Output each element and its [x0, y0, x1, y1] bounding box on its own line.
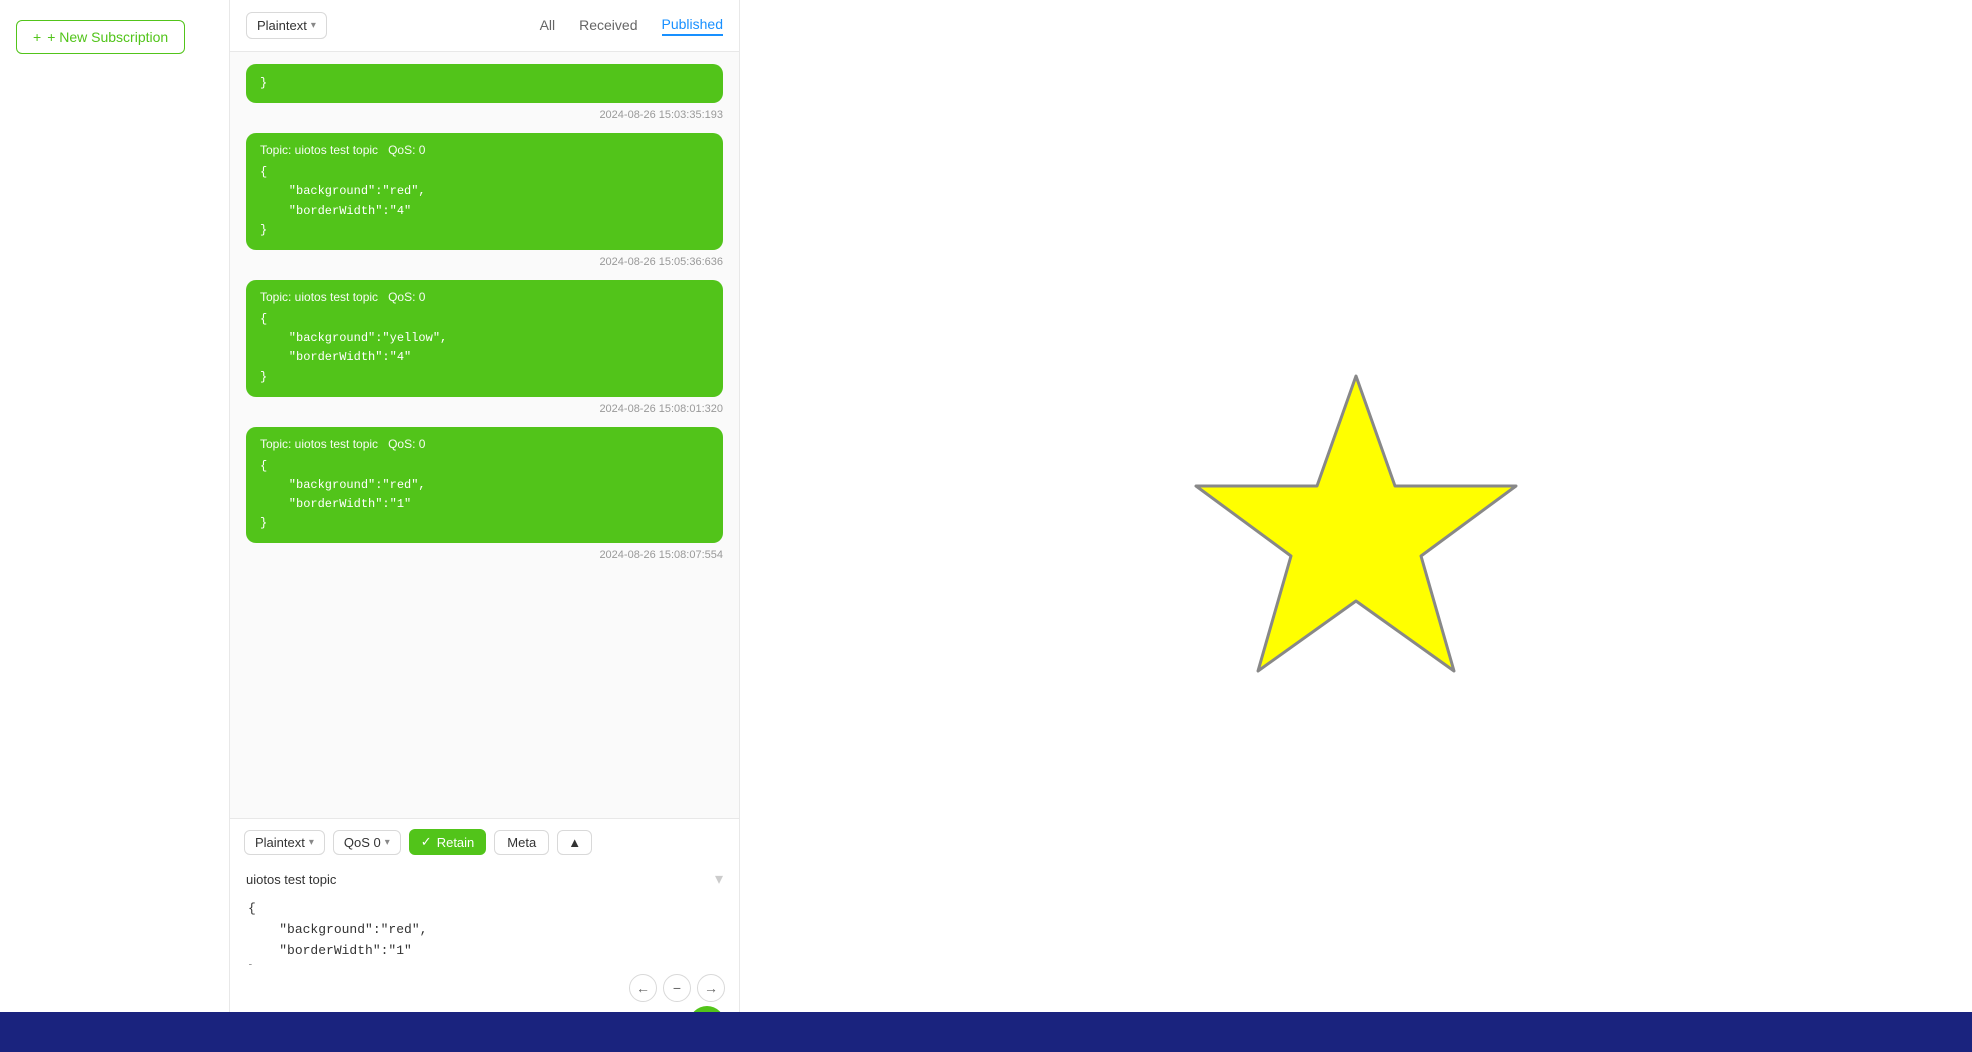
- nav-next-button[interactable]: →: [697, 974, 725, 1002]
- timestamp-2: 2024-08-26 15:08:01:320: [246, 403, 723, 415]
- tab-all[interactable]: All: [540, 17, 556, 35]
- compose-format-chevron: ▾: [309, 837, 314, 848]
- topic-chevron-icon: ▾: [715, 869, 723, 889]
- tabs-area: All Received Published: [540, 16, 723, 36]
- compose-toolbar: Plaintext ▾ QoS 0 ▾ ✓ Retain Meta ▲: [244, 829, 725, 855]
- retain-button[interactable]: ✓ Retain: [409, 829, 486, 855]
- nav-minus-button[interactable]: −: [663, 974, 691, 1002]
- compose-format-label: Plaintext: [255, 835, 305, 850]
- taskbar: [0, 1012, 1972, 1052]
- meta-label: Meta: [507, 835, 536, 850]
- new-subscription-label: + New Subscription: [47, 29, 168, 45]
- upload-button[interactable]: ▲: [557, 830, 592, 855]
- topic-value[interactable]: uiotos test topic: [246, 872, 336, 887]
- message-topic-2: Topic: uiotos test topic QoS: 0: [260, 290, 709, 304]
- message-bubble-2: Topic: uiotos test topic QoS: 0 { "backg…: [246, 280, 723, 397]
- meta-button[interactable]: Meta: [494, 830, 549, 855]
- main-panel: Plaintext ▾ All Received Published } 202…: [230, 0, 740, 1052]
- message-bubble-1: Topic: uiotos test topic QoS: 0 { "backg…: [246, 133, 723, 250]
- messages-area: } 2024-08-26 15:03:35:193 Topic: uiotos …: [230, 52, 739, 818]
- format-dropdown[interactable]: Plaintext ▾: [246, 12, 327, 39]
- timestamp-3: 2024-08-26 15:08:07:554: [246, 549, 723, 561]
- compose-format-dropdown[interactable]: Plaintext ▾: [244, 830, 325, 855]
- new-subscription-button[interactable]: + + New Subscription: [16, 20, 185, 54]
- timestamp-1: 2024-08-26 15:05:36:636: [246, 256, 723, 268]
- message-topic-3: Topic: uiotos test topic QoS: 0: [260, 437, 709, 451]
- compose-qos-chevron: ▾: [385, 837, 390, 848]
- star-visualization: [1186, 356, 1526, 696]
- message-bubble-partial: }: [246, 64, 723, 103]
- sidebar: + + New Subscription: [0, 0, 230, 1052]
- message-body-3: { "background":"red", "borderWidth":"1" …: [260, 457, 709, 534]
- format-label: Plaintext: [257, 18, 307, 33]
- message-input-area: { "background":"red", "borderWidth":"1" …: [244, 895, 725, 1002]
- nav-prev-button[interactable]: ←: [629, 974, 657, 1002]
- message-textarea[interactable]: { "background":"red", "borderWidth":"1" …: [244, 895, 725, 965]
- message-topic-1: Topic: uiotos test topic QoS: 0: [260, 143, 709, 157]
- plus-icon: +: [33, 29, 41, 45]
- partial-message-body: }: [260, 74, 709, 93]
- message-bubble-3: Topic: uiotos test topic QoS: 0 { "backg…: [246, 427, 723, 544]
- message-body-1: { "background":"red", "borderWidth":"4" …: [260, 163, 709, 240]
- chevron-down-icon: ▾: [311, 20, 316, 31]
- retain-label: Retain: [437, 835, 475, 850]
- panel-header: Plaintext ▾ All Received Published: [230, 0, 739, 52]
- tab-received[interactable]: Received: [579, 17, 637, 35]
- timestamp-0: 2024-08-26 15:03:35:193: [246, 109, 723, 121]
- nav-controls: ← − →: [244, 974, 725, 1002]
- retain-check-icon: ✓: [421, 834, 432, 850]
- upload-icon: ▲: [568, 835, 581, 850]
- message-body-2: { "background":"yellow", "borderWidth":"…: [260, 310, 709, 387]
- tab-published[interactable]: Published: [662, 16, 724, 36]
- topic-row: uiotos test topic ▾: [244, 863, 725, 895]
- compose-qos-dropdown[interactable]: QoS 0 ▾: [333, 830, 401, 855]
- viz-panel: [740, 0, 1972, 1052]
- compose-qos-label: QoS 0: [344, 835, 381, 850]
